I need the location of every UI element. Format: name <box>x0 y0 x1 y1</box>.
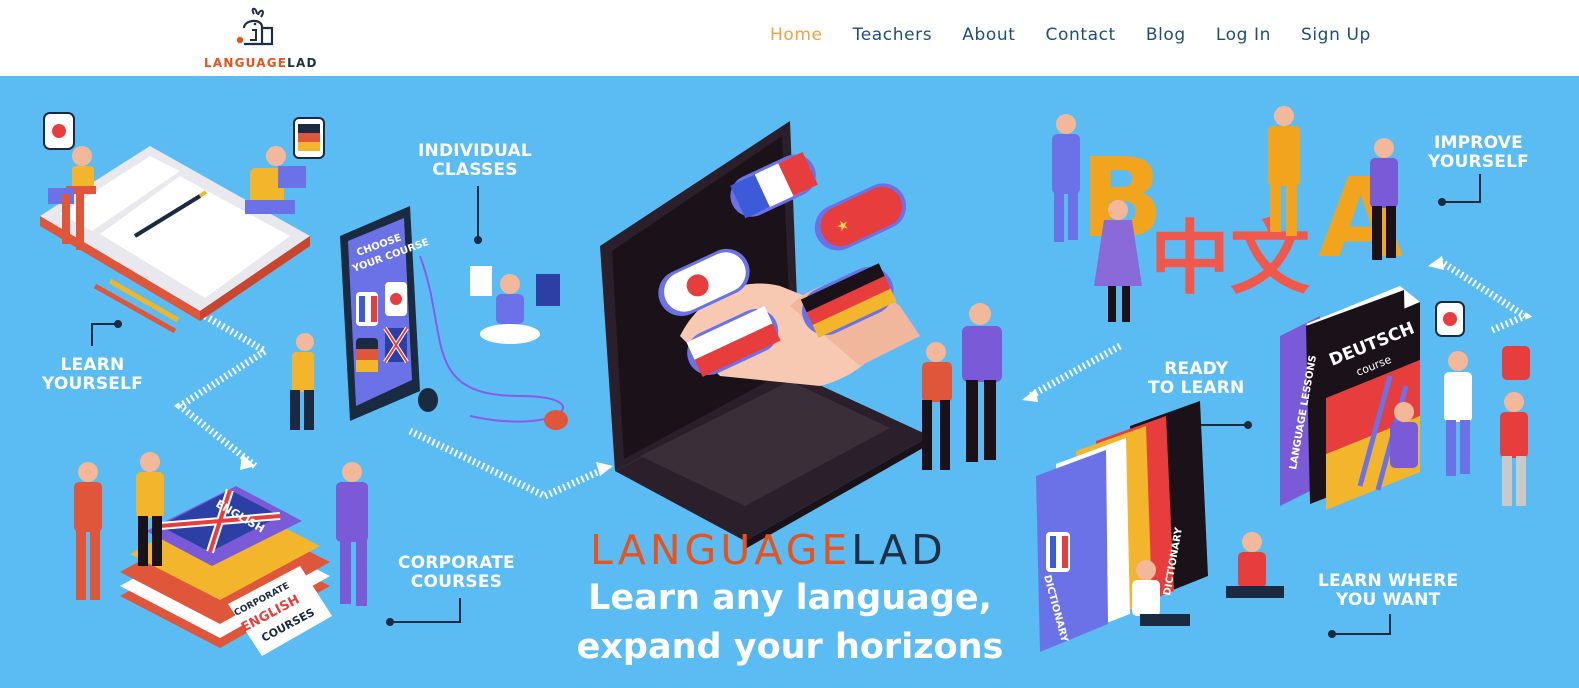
label-corporate-line2: COURSES <box>410 572 503 592</box>
nav-blog[interactable]: Blog <box>1146 25 1186 45</box>
logo-wordmark: LANGUAGELAD <box>204 56 318 70</box>
label-individual-classes: INDIVIDUAL CLASSES <box>418 142 532 180</box>
label-where-line2: YOU WANT <box>1335 590 1441 610</box>
tagline-line2: expand your horizons <box>576 627 1004 667</box>
label-ready-to-learn: READY TO LEARN <box>1148 360 1245 398</box>
hero-brand-wordmark: LANGUAGELAD <box>590 526 947 574</box>
label-learn-where: LEARN WHERE YOU WANT <box>1318 572 1458 610</box>
open-book-illustration <box>40 112 325 334</box>
phone-illustration: CHOOSE YOUR COURSE <box>290 206 568 430</box>
tagline-line1: Learn any language, <box>588 578 992 618</box>
label-ready-line2: TO LEARN <box>1148 378 1245 398</box>
hero-tagline: Learn any language, expand your horizons <box>560 574 1020 672</box>
label-where-line1: LEARN WHERE <box>1318 571 1459 591</box>
label-improve-line2: YOURSELF <box>1428 152 1529 172</box>
logo-part-language: LANGUAGE <box>204 56 288 70</box>
label-individual-line2: CLASSES <box>432 160 518 180</box>
site-header: LANGUAGELAD Home Teachers About Contact … <box>0 0 1579 76</box>
label-learn-yourself: LEARN YOURSELF <box>42 356 143 394</box>
deutsch-books-illustration: DEUTSCH course LANGUAGE LESSONS <box>1280 286 1530 510</box>
nav-teachers[interactable]: Teachers <box>853 25 933 45</box>
corporate-books-illustration: ENGLISH CORPORATE ENGLISH COURSES <box>74 452 368 656</box>
logo-part-lad: LAD <box>287 56 318 70</box>
nav-home[interactable]: Home <box>770 25 823 45</box>
label-corporate-line1: CORPORATE <box>398 553 515 573</box>
label-learn-line1: LEARN <box>60 355 125 375</box>
rabbit-logo-icon <box>236 7 274 46</box>
letters-illustration: B 中文 A <box>1052 106 1403 322</box>
label-individual-line1: INDIVIDUAL <box>418 141 532 161</box>
nav-about[interactable]: About <box>962 25 1015 45</box>
label-corporate-courses: CORPORATE COURSES <box>398 554 515 592</box>
label-learn-line2: YOURSELF <box>42 374 143 394</box>
dictionaries-illustration: DICTIONARY DICTIONARY <box>1036 401 1284 652</box>
nav-signup[interactable]: Sign Up <box>1301 25 1371 45</box>
hero-brand-lad: LAD <box>851 526 947 574</box>
label-ready-line1: READY <box>1164 359 1229 379</box>
laptop-illustration: ★ <box>600 121 1002 549</box>
nav-contact[interactable]: Contact <box>1045 25 1115 45</box>
main-nav: Home Teachers About Contact Blog Log In … <box>770 25 1401 45</box>
hero-brand-language: LANGUAGE <box>590 526 852 574</box>
nav-login[interactable]: Log In <box>1216 25 1271 45</box>
label-improve-yourself: IMPROVE YOURSELF <box>1428 134 1529 172</box>
logo[interactable]: LANGUAGELAD <box>200 6 324 70</box>
label-improve-line1: IMPROVE <box>1433 133 1523 153</box>
hero-banner: CHOOSE YOUR COURSE ★ B 中文 A DEUTSCH cour… <box>0 76 1579 688</box>
